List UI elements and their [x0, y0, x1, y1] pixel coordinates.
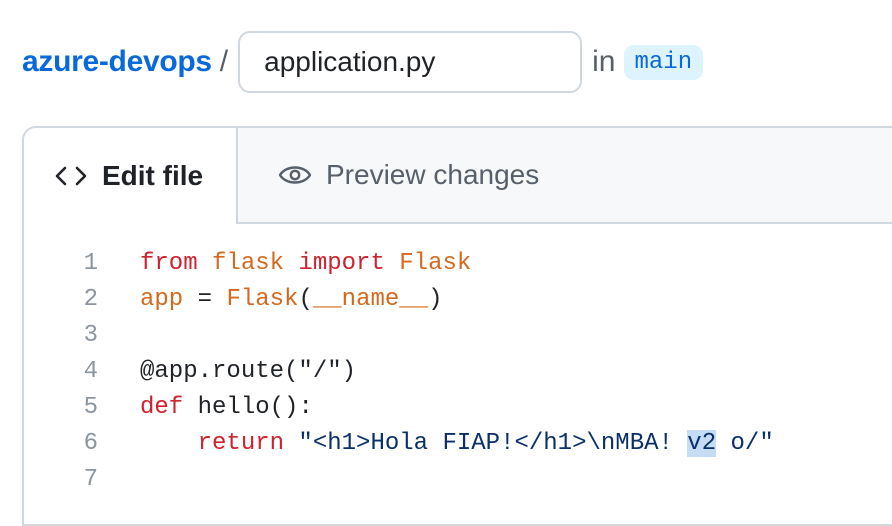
keyword-token: def: [140, 394, 184, 421]
code-line: 1 from flask import Flask: [24, 246, 774, 282]
code-icon: [54, 164, 88, 188]
paren-token: ): [428, 286, 443, 313]
code-editor[interactable]: 1 from flask import Flask 2 app = Flask(…: [24, 246, 774, 498]
code-line: 2 app = Flask(__name__): [24, 282, 774, 318]
line-number: 7: [83, 466, 98, 493]
argument-token: __name__: [312, 286, 429, 313]
tab-edit-file[interactable]: Edit file: [24, 128, 238, 224]
breadcrumb: azure-devops / in main: [22, 30, 704, 94]
line-number: 1: [83, 250, 98, 277]
tab-edit-file-label: Edit file: [102, 160, 204, 191]
operator-token: =: [183, 286, 227, 313]
editor-tabbar: Edit file Preview changes: [24, 128, 892, 224]
line-number: 6: [83, 430, 98, 457]
paren-token: (: [298, 286, 313, 313]
keyword-token: return: [197, 430, 285, 457]
code-line: 4 @app.route("/"): [24, 354, 774, 390]
code-line: 5 def hello():: [24, 390, 774, 426]
string-token: o/": [716, 430, 774, 457]
call-token: Flask: [226, 286, 299, 313]
line-number: 5: [83, 394, 98, 421]
tab-preview-changes-label: Preview changes: [326, 159, 540, 190]
tab-preview-changes[interactable]: Preview changes: [278, 128, 539, 222]
editor-panel: Edit file Preview changes 1 from flask i…: [22, 126, 892, 526]
variable-token: app: [140, 286, 184, 313]
code-line: 6 return "<h1>Hola FIAP!</h1>\nMBA! v2 o…: [24, 426, 774, 462]
code-text: app = Flask(__name__): [140, 282, 442, 318]
filename-input[interactable]: [238, 31, 583, 93]
code-rest: hello():: [183, 394, 313, 421]
line-number: 4: [83, 358, 98, 385]
code-text: from flask import Flask: [140, 246, 471, 282]
line-number: 2: [83, 286, 98, 313]
eye-icon: [278, 163, 312, 187]
module-token: flask: [212, 250, 285, 277]
breadcrumb-separator: /: [219, 45, 229, 78]
code-text: return "<h1>Hola FIAP!</h1>\nMBA! v2 o/": [140, 426, 774, 462]
code-text: @app.route("/"): [140, 358, 357, 385]
branch-badge: main: [623, 44, 704, 80]
code-line: 3: [24, 318, 774, 354]
keyword-token: from: [140, 250, 198, 277]
repo-link[interactable]: azure-devops: [22, 45, 212, 79]
code-line: 7: [24, 462, 774, 498]
string-token: "<h1>Hola FIAP!</h1>\nMBA!: [284, 430, 688, 457]
class-token: Flask: [399, 250, 472, 277]
line-number: 3: [83, 322, 98, 349]
in-label: in: [592, 45, 616, 78]
selected-text: v2: [687, 430, 717, 457]
code-text: def hello():: [140, 390, 313, 426]
keyword-token: import: [298, 250, 385, 277]
